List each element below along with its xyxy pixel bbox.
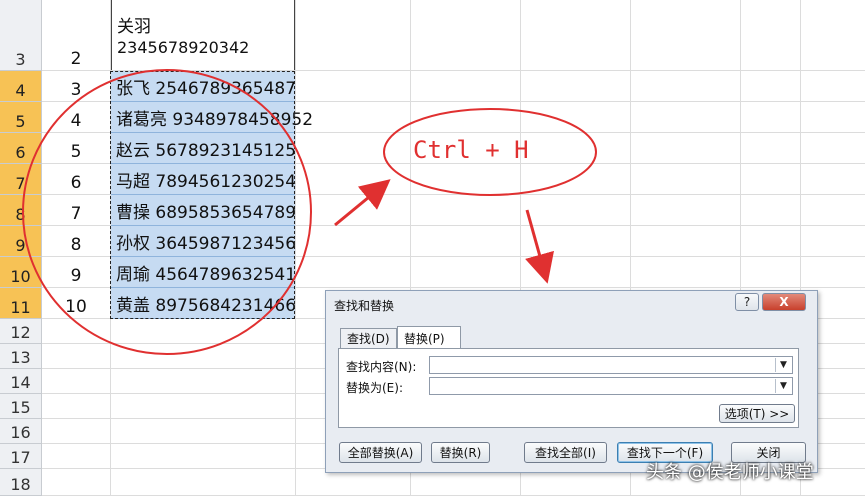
cell-b[interactable]: 3	[42, 71, 110, 102]
replace-field[interactable]: ▼	[429, 377, 793, 397]
cell-c3[interactable]: 关羽 2345678920342	[111, 0, 295, 70]
close-window-button[interactable]: X	[762, 293, 806, 311]
replace-button[interactable]: 替换(R)	[431, 442, 490, 463]
cell-b[interactable]: 5	[42, 133, 110, 164]
help-icon: ?	[743, 295, 751, 309]
cell-b[interactable]: 8	[42, 226, 110, 257]
row-header[interactable]: 10	[0, 257, 42, 288]
replace-label: 替换为(E):	[346, 381, 403, 395]
close-icon: X	[779, 295, 789, 309]
row-header[interactable]: 7	[0, 164, 42, 195]
row-header[interactable]: 16	[0, 419, 42, 444]
find-label: 查找内容(N):	[346, 360, 417, 374]
replace-input[interactable]	[430, 381, 778, 397]
watermark: 头条 @侯老师小课堂	[646, 462, 814, 483]
cell-c[interactable]: 张飞 2546789365487	[111, 71, 296, 102]
cell-c[interactable]: 马超 7894561230254	[111, 164, 296, 195]
cell-c[interactable]: 黄盖 8975684231466	[111, 288, 296, 319]
cell-c[interactable]: 诸葛亮 9348978458952	[111, 102, 313, 133]
cell-c[interactable]: 赵云 5678923145125	[111, 133, 296, 164]
cell-b[interactable]: 4	[42, 102, 110, 133]
cell-b[interactable]: 10	[42, 288, 110, 319]
row-header[interactable]: 18	[0, 469, 42, 496]
row-header[interactable]: 15	[0, 394, 42, 419]
find-input[interactable]	[430, 360, 778, 376]
row-header[interactable]: 11	[0, 288, 42, 319]
dialog-titlebar[interactable]: 查找和替换 ? X	[326, 291, 817, 313]
cell-c3-number: 2345678920342	[117, 38, 250, 57]
cell-c[interactable]: 孙权 3645987123456	[111, 226, 296, 257]
row-header[interactable]: 13	[0, 344, 42, 369]
find-dropdown-icon[interactable]: ▼	[775, 358, 791, 372]
cell-b[interactable]: 6	[42, 164, 110, 195]
row-header[interactable]: 5	[0, 102, 42, 133]
tab-replace[interactable]: 替换(P)	[397, 326, 461, 349]
shortcut-label: Ctrl + H	[413, 136, 529, 164]
row-header[interactable]: 8	[0, 195, 42, 226]
options-button[interactable]: 选项(T) >>	[719, 404, 795, 423]
cell-c3-name: 关羽	[117, 17, 151, 37]
cell-c[interactable]: 周瑜 4564789632541	[111, 257, 296, 288]
row-header[interactable]: 6	[0, 133, 42, 164]
row-header[interactable]: 14	[0, 369, 42, 394]
cell-c[interactable]: 曹操 6895853654789	[111, 195, 296, 226]
replace-dropdown-icon[interactable]: ▼	[775, 379, 791, 393]
cell-b[interactable]: 9	[42, 257, 110, 288]
row-header[interactable]: 4	[0, 71, 42, 102]
find-field[interactable]: ▼	[429, 356, 793, 376]
tab-find[interactable]: 查找(D)	[340, 328, 397, 348]
cell-b[interactable]: 7	[42, 195, 110, 226]
find-replace-dialog: 查找和替换 ? X 查找(D) 替换(P) 查找内容(N): ▼ 替换为(E):…	[325, 290, 818, 473]
dialog-title: 查找和替换	[334, 299, 395, 313]
replace-panel: 查找内容(N): ▼ 替换为(E): ▼ 选项(T) >>	[338, 348, 799, 428]
help-button[interactable]: ?	[735, 293, 759, 311]
row-header[interactable]: 17	[0, 444, 42, 469]
row-header[interactable]: 3	[0, 0, 42, 71]
row-header[interactable]: 9	[0, 226, 42, 257]
cell-b[interactable]: 2	[42, 0, 110, 71]
replace-all-button[interactable]: 全部替换(A)	[339, 442, 422, 463]
find-all-button[interactable]: 查找全部(I)	[524, 442, 607, 463]
row-header[interactable]: 12	[0, 319, 42, 344]
